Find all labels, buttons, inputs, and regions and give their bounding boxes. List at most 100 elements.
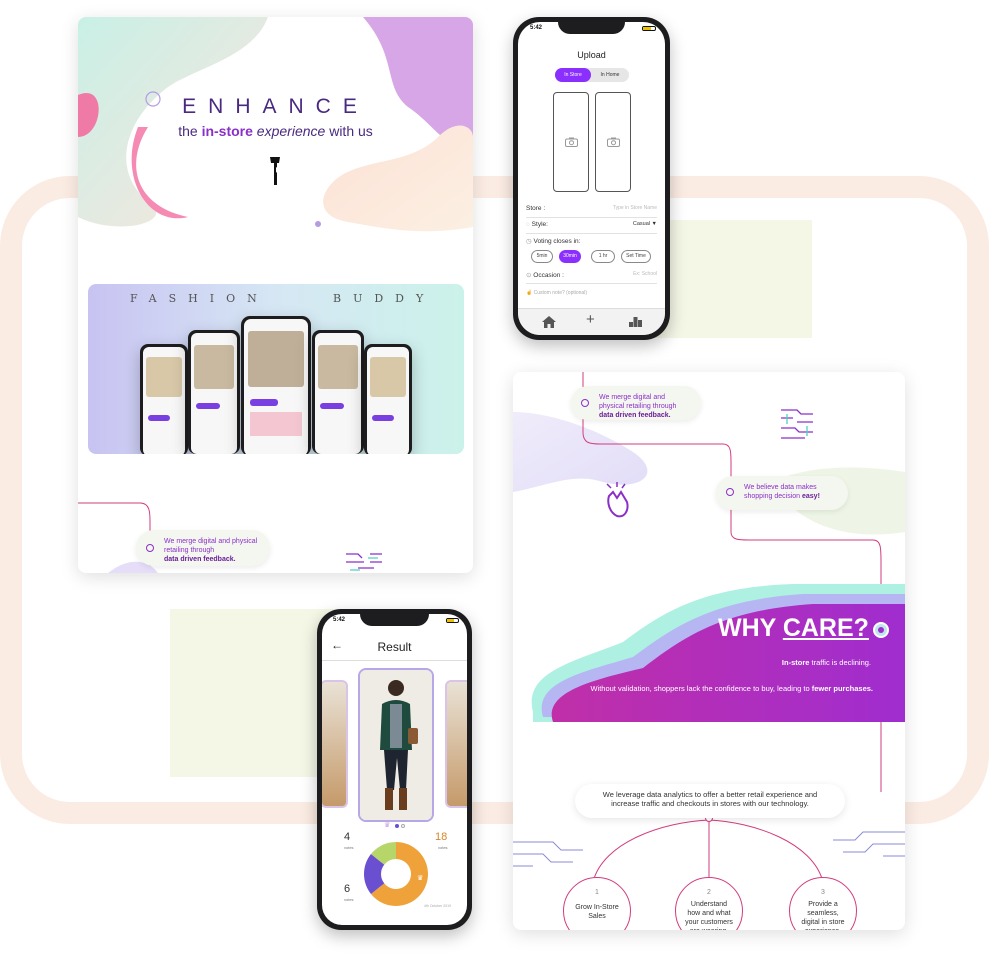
upload-phone: 5:42 Upload In Store In Home Store : Typ…	[513, 17, 670, 340]
camera-icon	[565, 137, 578, 147]
why-merge-bold: data driven feedback.	[599, 412, 671, 419]
occasion-label: Occasion :	[533, 272, 564, 279]
banner-left-text: FASHION	[130, 292, 269, 305]
mini-phone-5	[364, 344, 412, 454]
why-merge-text: We merge digital and physical retailing …	[599, 394, 677, 410]
why-line1-bold: In-store	[781, 658, 810, 667]
why-title-a: WHY	[718, 614, 783, 642]
circuit-chip-icon	[781, 409, 813, 439]
why-merge-dot	[581, 399, 589, 407]
voting-label: ◷ Voting closes in:	[526, 238, 581, 245]
result-screen: 5:42 ← Result ♛ 4 votes 6 votes 18 votes…	[322, 614, 467, 925]
why-line-1: In-store traffic is declining.	[782, 658, 871, 667]
occasion-field[interactable]: ⊙ Occasion : Ex: School	[526, 271, 657, 284]
upload-status-icons	[642, 26, 656, 31]
goal-number-3: 3	[821, 889, 825, 896]
outfit-photo-main[interactable]	[358, 668, 434, 822]
goal-text-1: Grow In-Store Sales	[575, 904, 619, 920]
data-belief-dot	[726, 488, 734, 496]
photo-slot-left[interactable]	[553, 92, 589, 192]
why-care-card: We merge digital and physical retailing …	[513, 372, 905, 930]
custom-note-field[interactable]: ☝ Custom note? (optional)	[526, 290, 587, 296]
tagline-italic: experience	[252, 123, 326, 139]
why-line2-text: Without validation, shoppers lack the co…	[590, 684, 812, 693]
goal-number-1: 1	[595, 889, 599, 896]
goal-number-2: 2	[707, 889, 711, 896]
vote-option-1hr[interactable]: 1 hr	[591, 250, 615, 263]
photo-slot-right[interactable]	[595, 92, 631, 192]
store-label: Store :	[526, 205, 546, 212]
goal-text-3: Provide a seamless, digital in store exp…	[801, 901, 845, 930]
enhance-merge-bold: data driven feedback.	[164, 556, 236, 563]
tagline-bold: in-store	[201, 123, 253, 139]
snap-hand-icon	[606, 482, 629, 518]
outfit-figure	[360, 670, 432, 820]
result-title: Result	[377, 640, 412, 654]
home-icon[interactable]	[542, 316, 556, 328]
why-line2-bold: fewer purchases.	[811, 684, 873, 693]
mini-phone-1	[140, 344, 188, 454]
store-placeholder: Type in Store Name	[612, 205, 657, 211]
circuit-icon	[346, 553, 382, 571]
mini-phone-4	[312, 330, 364, 454]
result-notch	[360, 614, 429, 626]
occasion-placeholder: Ex: School	[633, 271, 657, 277]
left-vote-label: votes	[344, 845, 354, 850]
enhance-merge-dot	[146, 544, 154, 552]
store-field[interactable]: Store : Type in Store Name	[526, 205, 657, 218]
upload-screen: 5:42 Upload In Store In Home Store : Typ…	[518, 22, 665, 335]
vote-option-set-time[interactable]: Set Time	[621, 250, 651, 263]
why-care-decor	[513, 372, 905, 883]
result-status-time: 5:42	[333, 617, 346, 623]
brand-logo	[270, 157, 280, 185]
tab-in-home[interactable]: In Home	[591, 68, 629, 82]
vote-option-30min[interactable]: 30min	[559, 250, 581, 263]
upload-tab-bar: +	[518, 308, 665, 335]
outfit-photo-prev[interactable]	[322, 680, 348, 808]
enhance-merge-bubble: We merge digital and physical retailing …	[136, 530, 270, 566]
result-status-battery	[446, 618, 459, 623]
outfit-photo-next[interactable]	[445, 680, 467, 808]
mini-phone-2	[188, 330, 240, 454]
fashion-buddy-banner: FASHION BUDDY	[88, 284, 464, 454]
donut-crown-icon: ♛	[417, 875, 424, 882]
result-phone: 5:42 ← Result ♛ 4 votes 6 votes 18 votes…	[317, 609, 472, 930]
why-line-2: Without validation, shoppers lack the co…	[590, 684, 873, 693]
add-icon[interactable]: +	[586, 311, 595, 328]
vote-option-5min[interactable]: 5min	[531, 250, 553, 263]
camera-icon	[607, 137, 620, 147]
data-belief-bold: easy!	[802, 493, 820, 500]
upload-status-time: 5:42	[530, 25, 543, 31]
style-value: Casual	[632, 221, 651, 227]
why-merge-bubble: We merge digital and physical retailing …	[571, 386, 701, 420]
left-vote-count-2: 6	[344, 883, 351, 895]
enhance-circuit-line	[78, 502, 158, 573]
enhance-title: ENHANCE	[182, 95, 369, 118]
carousel-dot[interactable]	[401, 824, 405, 828]
right-vote-count: 18	[435, 831, 448, 843]
leaderboard-icon[interactable]	[629, 317, 642, 327]
crown-icon: ♛	[384, 822, 391, 829]
goal-text-2: Understand how and what your customers a…	[685, 901, 733, 930]
why-care-target-icon	[873, 622, 889, 638]
chevron-down-icon[interactable]: ▼	[652, 221, 657, 227]
data-belief-bubble: We believe data makes shopping decision …	[716, 476, 848, 510]
enhance-merge-text: We merge digital and physical retailing …	[164, 538, 258, 554]
style-field[interactable]: ◌ Style: Casual ▼	[526, 221, 657, 234]
why-title-b: CARE?	[782, 614, 869, 642]
right-vote-label: votes	[438, 845, 448, 850]
mini-phone-3	[241, 316, 311, 454]
tab-in-store[interactable]: In Store	[555, 68, 591, 82]
carousel-dot-active[interactable]	[395, 824, 399, 828]
enhance-card: ENHANCE the in-store experience with us …	[78, 17, 473, 573]
banner-right-text: BUDDY	[333, 292, 436, 305]
left-vote-count: 4	[344, 831, 351, 843]
why-line1-text: traffic is declining.	[809, 658, 871, 667]
hand-icon: ☝	[526, 290, 534, 296]
upload-notch	[558, 22, 625, 34]
enhance-tagline: the in-store experience with us	[78, 123, 473, 139]
tagline-post: with us	[325, 123, 373, 139]
result-header-divider	[322, 660, 467, 661]
result-date: 4th October 2019	[424, 904, 452, 908]
left-vote-label-2: votes	[344, 897, 354, 902]
